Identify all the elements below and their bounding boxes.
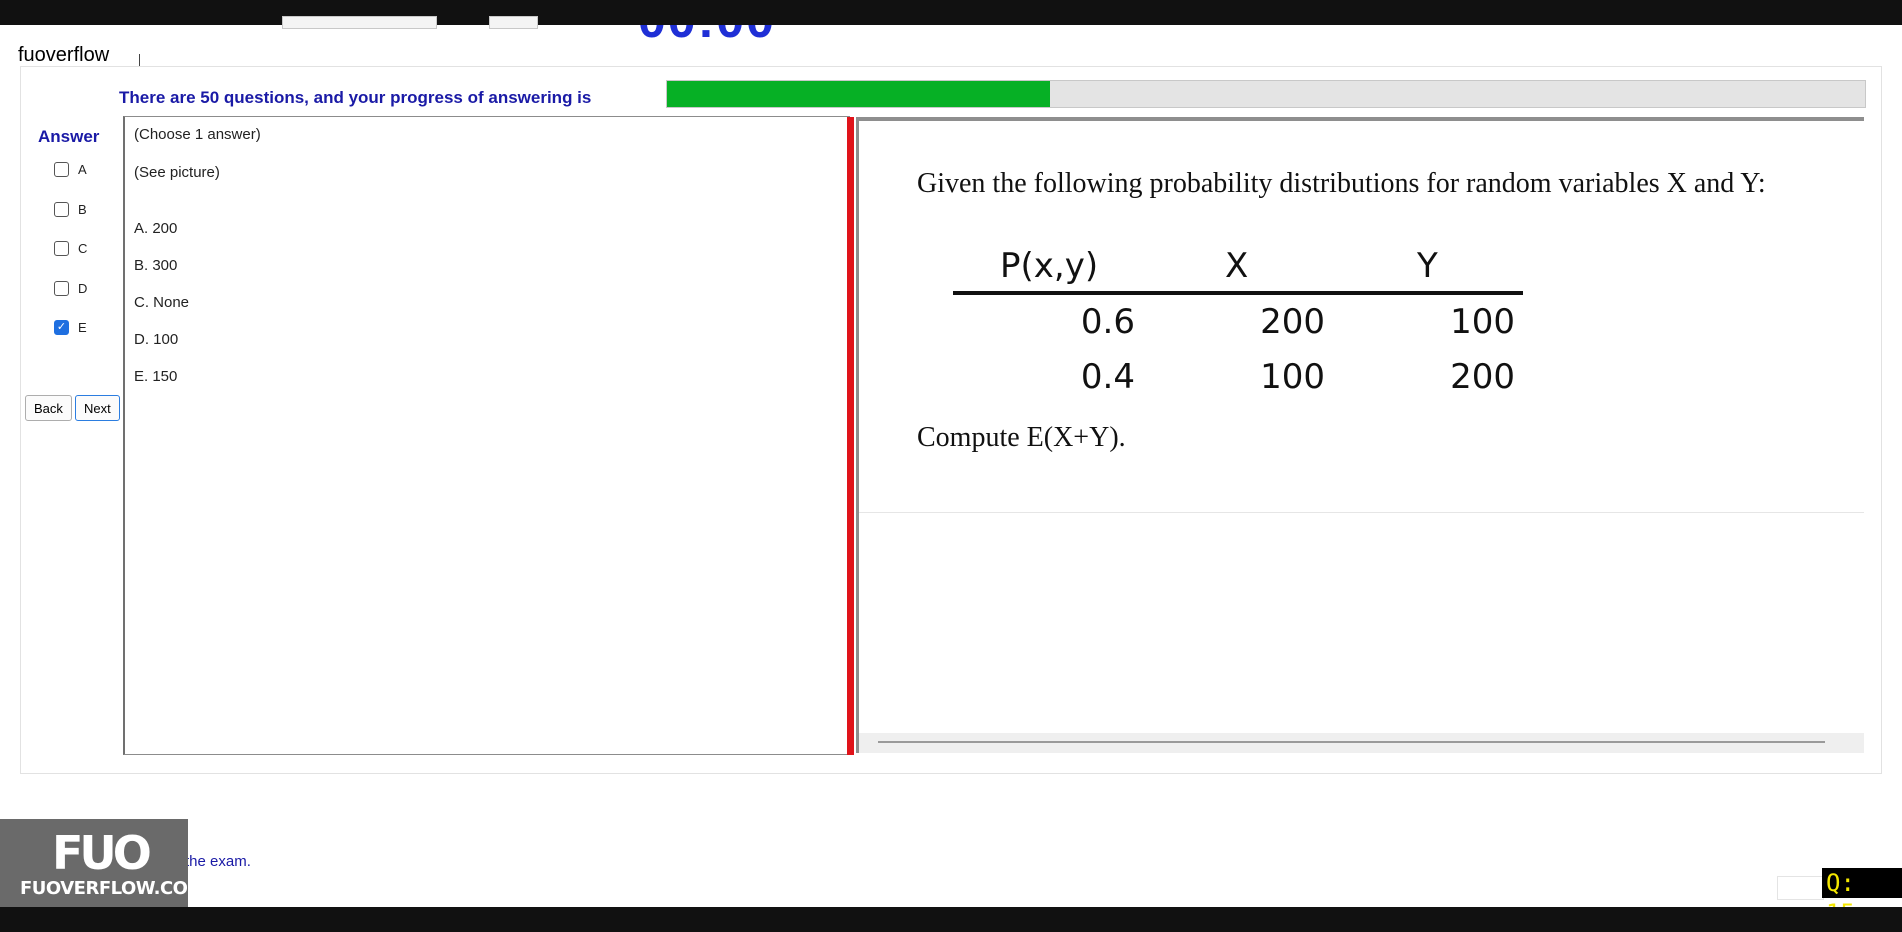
choice-d: D. 100 (134, 331, 179, 348)
checkbox-e[interactable]: ✓ (54, 320, 69, 335)
table-header-x: X (1225, 246, 1249, 286)
choice-c: C. None (134, 294, 190, 311)
top-small-control[interactable] (489, 16, 538, 29)
brand-label: fuoverflow (18, 44, 110, 66)
logo-text: FUOVERFLOW.COM (20, 878, 205, 899)
answer-option-d[interactable]: D (54, 281, 87, 296)
countdown-timer: 00:00 (638, 25, 808, 41)
option-letter-d: D (78, 281, 88, 296)
option-letter-e: E (78, 320, 87, 335)
small-input-box[interactable] (1777, 876, 1824, 900)
table-cell: 100 (1260, 357, 1325, 397)
bottom-black-bar (0, 907, 1902, 932)
table-cell: 0.6 (1080, 302, 1135, 342)
logo-mark: FUO (52, 826, 152, 880)
question-image-blank-area (859, 512, 1864, 753)
answer-note: (See picture) (134, 164, 220, 181)
panel-splitter[interactable] (847, 117, 854, 755)
question-text: Given the following probability distribu… (917, 168, 1766, 199)
progress-fill (667, 81, 1051, 107)
table-cell: 100 (1450, 302, 1515, 342)
checkbox-b[interactable] (54, 202, 69, 217)
table-cell: 0.4 (1080, 357, 1135, 397)
question-prompt: Compute E(X+Y). (917, 422, 1126, 453)
back-button[interactable]: Back (25, 395, 72, 421)
answer-text-panel (123, 116, 850, 755)
option-letter-a: A (78, 162, 87, 177)
next-button[interactable]: Next (75, 395, 120, 421)
choice-a: A. 200 (134, 220, 178, 237)
answer-title: Answer (38, 127, 100, 146)
table-header-y: Y (1417, 246, 1438, 286)
checkbox-d[interactable] (54, 281, 69, 296)
question-number-badge: Q: 15 (1822, 868, 1902, 927)
answer-option-a[interactable]: A (54, 162, 87, 177)
choice-b: B. 300 (134, 257, 178, 274)
table-cell: 200 (1450, 357, 1515, 397)
choice-e: E. 150 (134, 368, 178, 385)
checkbox-a[interactable] (54, 162, 69, 177)
answer-option-b[interactable]: B (54, 202, 87, 217)
answer-option-c[interactable]: C (54, 241, 87, 256)
scrollbar-thumb[interactable] (878, 741, 1825, 743)
horizontal-scrollbar[interactable] (859, 733, 1864, 753)
option-letter-b: B (78, 202, 87, 217)
table-rule (953, 291, 1523, 295)
option-letter-c: C (78, 241, 88, 256)
progress-bar (666, 80, 1866, 108)
progress-label: There are 50 questions, and your progres… (119, 88, 592, 107)
checkbox-c[interactable] (54, 241, 69, 256)
answer-option-e[interactable]: ✓ E (54, 320, 87, 335)
top-dropdown[interactable] (282, 16, 437, 29)
answer-instruction: (Choose 1 answer) (134, 126, 261, 143)
table-header-p: P(x,y) (1000, 246, 1099, 286)
table-cell: 200 (1260, 302, 1325, 342)
